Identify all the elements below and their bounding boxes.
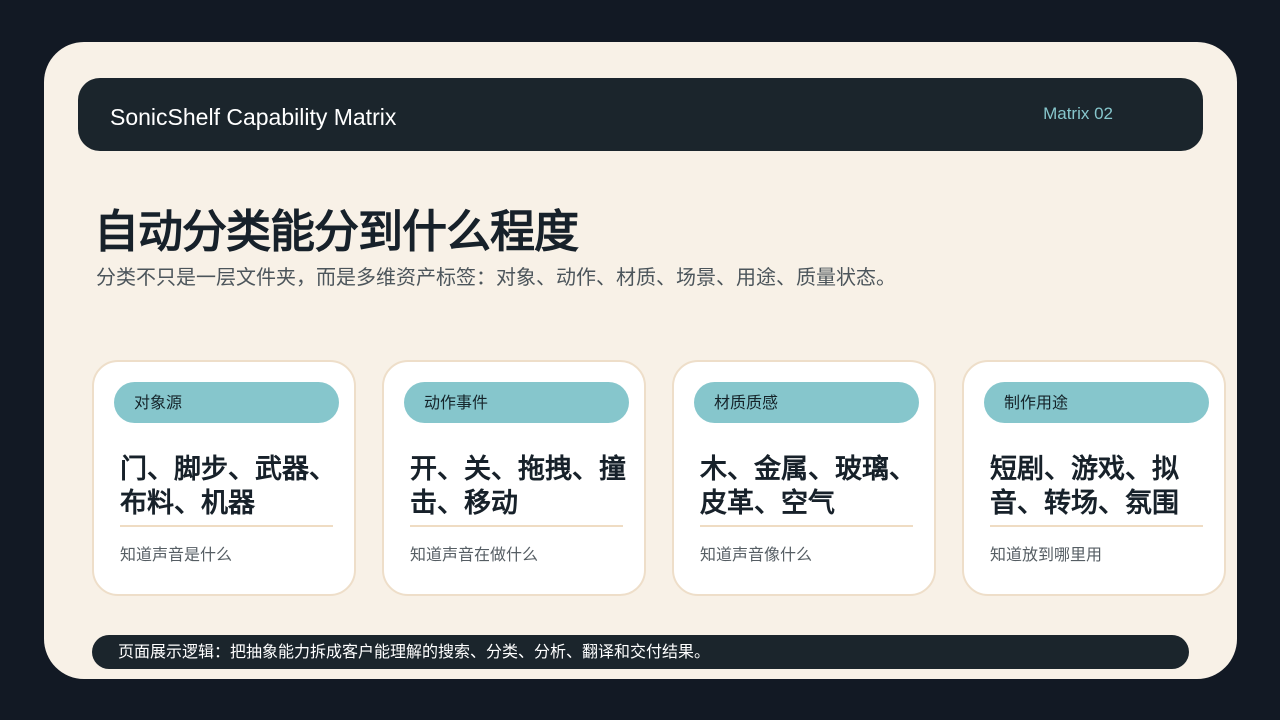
card-note: 知道放到哪里用 xyxy=(990,545,1103,564)
slide-canvas: SonicShelf Capability Matrix Matrix 02 自… xyxy=(44,42,1237,679)
header-title: SonicShelf Capability Matrix xyxy=(110,104,397,130)
capability-card-material-texture: 材质质感 木、金属、玻璃、皮革、空气 知道声音像什么 xyxy=(672,360,936,596)
card-divider xyxy=(120,525,333,527)
header-bar: SonicShelf Capability Matrix Matrix 02 xyxy=(78,78,1203,151)
capability-card-action-event: 动作事件 开、关、拖拽、撞击、移动 知道声音在做什么 xyxy=(382,360,646,596)
card-note: 知道声音在做什么 xyxy=(410,545,539,564)
card-divider xyxy=(700,525,913,527)
card-tag: 对象源 xyxy=(114,382,339,423)
card-heading: 短剧、游戏、拟音、转场、氛围 xyxy=(990,454,1179,519)
capability-card-object-source: 对象源 门、脚步、武器、布料、机器 知道声音是什么 xyxy=(92,360,356,596)
matrix-badge: Matrix 02 xyxy=(1043,104,1113,123)
card-divider xyxy=(410,525,623,527)
page-title: 自动分类能分到什么程度 xyxy=(94,205,579,258)
card-divider xyxy=(990,525,1203,527)
footer-text: 页面展示逻辑：把抽象能力拆成客户能理解的搜索、分类、分析、翻译和交付结果。 xyxy=(118,642,711,661)
card-tag: 动作事件 xyxy=(404,382,629,423)
card-tag: 制作用途 xyxy=(984,382,1209,423)
capability-card-production-use: 制作用途 短剧、游戏、拟音、转场、氛围 知道放到哪里用 xyxy=(962,360,1226,596)
card-tag: 材质质感 xyxy=(694,382,919,423)
card-heading: 开、关、拖拽、撞击、移动 xyxy=(410,454,626,519)
card-heading: 门、脚步、武器、布料、机器 xyxy=(120,454,336,519)
card-heading: 木、金属、玻璃、皮革、空气 xyxy=(700,454,916,519)
page-subtitle: 分类不只是一层文件夹，而是多维资产标签：对象、动作、材质、场景、用途、质量状态。 xyxy=(96,265,896,289)
footer-bar: 页面展示逻辑：把抽象能力拆成客户能理解的搜索、分类、分析、翻译和交付结果。 xyxy=(92,635,1189,669)
card-note: 知道声音是什么 xyxy=(120,545,233,564)
card-note: 知道声音像什么 xyxy=(700,545,813,564)
